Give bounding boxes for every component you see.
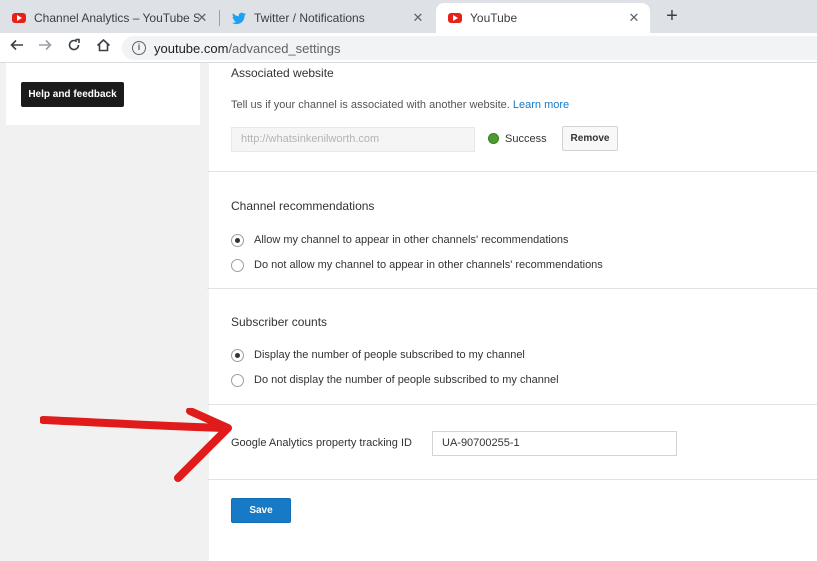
tab-title: Twitter / Notifications [254,11,365,25]
tab-youtube[interactable]: YouTube ✕ [436,3,650,33]
remove-button[interactable]: Remove [562,126,618,151]
address-bar[interactable]: i youtube.com/advanced_settings [122,36,817,60]
section-divider [207,404,817,405]
display-subscriber-count-option[interactable]: Display the number of people subscribed … [231,347,525,363]
tab-title: Channel Analytics – YouTube Stu [34,11,199,25]
tab-twitter-notifications[interactable]: Twitter / Notifications ✕ [220,3,434,33]
back-arrow-icon[interactable] [6,37,28,59]
learn-more-link[interactable]: Learn more [513,99,569,111]
save-button[interactable]: Save [231,498,291,523]
tab-channel-analytics[interactable]: Channel Analytics – YouTube Stu ✕ [0,3,218,33]
page-content: Help and feedback Associated website Tel… [0,63,817,561]
left-sidebar: Help and feedback [0,63,209,561]
associated-website-url-field[interactable]: http://whatsinkenilworth.com [231,127,475,152]
success-status-icon [488,133,499,144]
new-tab-button[interactable]: + [660,5,684,29]
section-divider [207,288,817,289]
close-icon[interactable]: ✕ [410,10,426,26]
annotation-arrow-icon [40,408,232,482]
reload-icon[interactable] [63,37,85,59]
sidebar-card: Help and feedback [6,63,200,125]
home-icon[interactable] [92,37,114,59]
twitter-icon [232,11,246,25]
section-divider [207,171,817,172]
channel-recommendations-title: Channel recommendations [231,199,375,213]
associated-website-title: Associated website [231,66,334,80]
close-icon[interactable]: ✕ [626,10,642,26]
info-icon[interactable]: i [132,41,146,55]
radio-button[interactable] [231,258,244,272]
analytics-tracking-label: Google Analytics property tracking ID [231,437,412,449]
radio-label: Do not allow my channel to appear in oth… [254,259,603,271]
close-icon[interactable]: ✕ [194,10,210,26]
subscriber-counts-title: Subscriber counts [231,315,328,329]
youtube-icon [448,11,462,25]
forward-arrow-icon[interactable] [34,37,56,59]
radio-label: Allow my channel to appear in other chan… [254,234,569,246]
youtube-icon [12,11,26,25]
radio-label: Display the number of people subscribed … [254,349,525,361]
url-text: youtube.com/advanced_settings [154,40,341,56]
radio-button-checked[interactable] [231,348,244,362]
hide-subscriber-count-option[interactable]: Do not display the number of people subs… [231,372,559,388]
analytics-tracking-id-field[interactable]: UA-90700255-1 [432,431,677,456]
success-status-text: Success [505,133,547,145]
browser-toolbar: i youtube.com/advanced_settings [0,33,817,63]
radio-button[interactable] [231,373,244,387]
tab-title: YouTube [470,11,518,25]
browser-tab-strip: Channel Analytics – YouTube Stu ✕ Twitte… [0,0,817,33]
radio-label: Do not display the number of people subs… [254,374,559,386]
disallow-recommendations-option[interactable]: Do not allow my channel to appear in oth… [231,257,603,273]
associated-website-description: Tell us if your channel is associated wi… [231,99,570,111]
section-divider [207,479,817,480]
help-and-feedback-button[interactable]: Help and feedback [21,82,124,107]
allow-recommendations-option[interactable]: Allow my channel to appear in other chan… [231,232,569,248]
advanced-settings-panel: Associated website Tell us if your chann… [207,63,817,561]
radio-button-checked[interactable] [231,233,244,247]
